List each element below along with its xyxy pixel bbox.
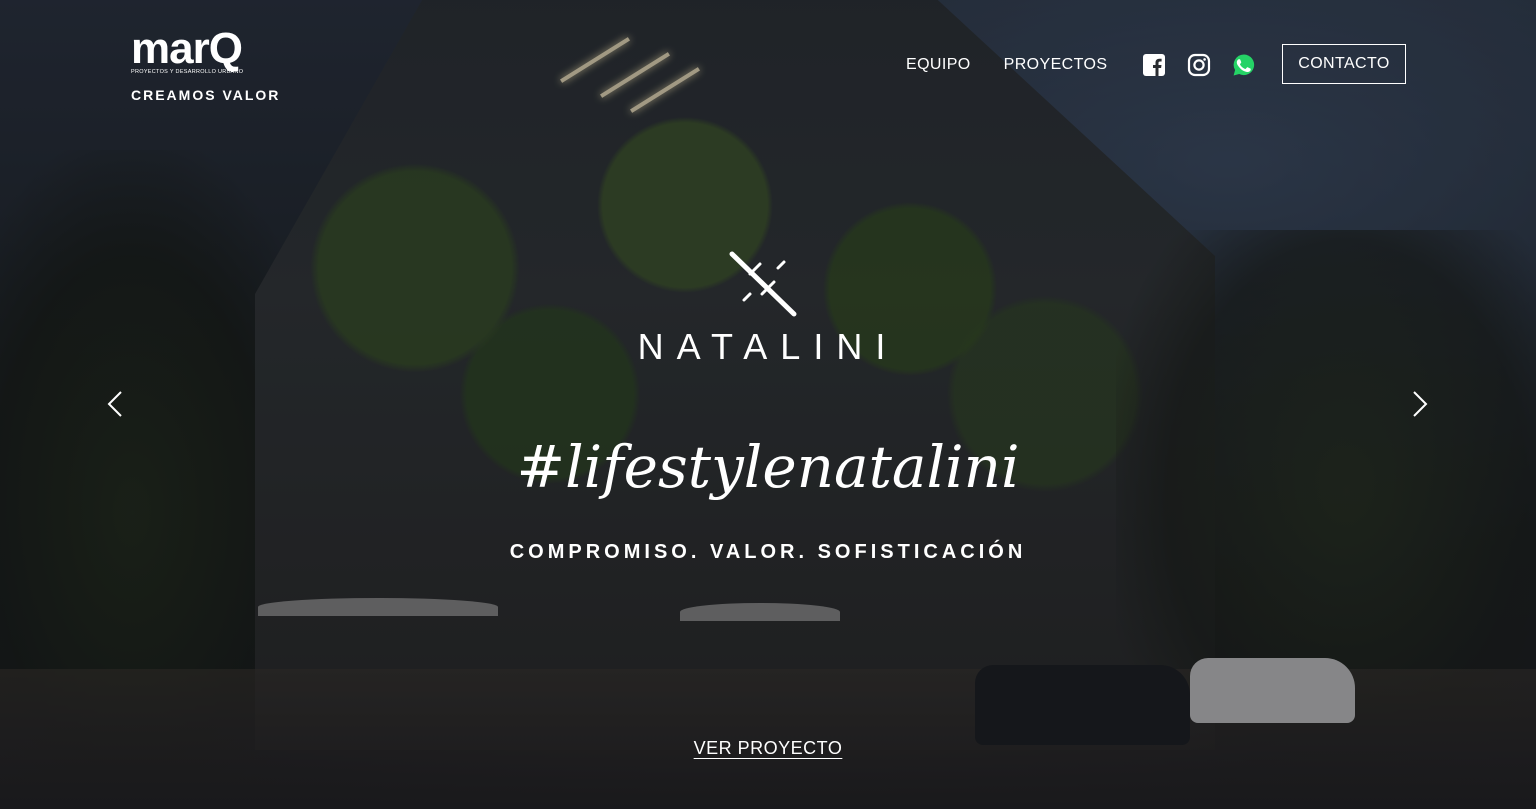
hero-background [0, 0, 1536, 809]
main-nav: EQUIPO PROYECTOS [906, 44, 1277, 86]
nav-item-proyectos[interactable]: PROYECTOS [1004, 56, 1108, 74]
nav-item-equipo[interactable]: EQUIPO [906, 56, 971, 74]
cta-container: VER PROYECTO [0, 738, 1536, 759]
dark-overlay [0, 0, 1536, 809]
social-links [1142, 53, 1277, 77]
project-title: NATALINI [637, 326, 899, 367]
whatsapp-icon[interactable] [1232, 53, 1256, 77]
project-tagline: COMPROMISO. VALOR. SOFISTICACIÓN [509, 541, 1027, 563]
chevron-left-icon[interactable] [106, 390, 124, 418]
site-logo[interactable]: marQ PROYECTOS Y DESARROLLO URBANO CREAM… [131, 24, 291, 104]
facebook-icon[interactable] [1142, 53, 1166, 77]
project-hashtag: #lifestylenatalini [516, 433, 1020, 501]
natalini-logo-icon [729, 251, 797, 317]
logo-tagline: CREAMOS VALOR [131, 87, 281, 103]
logo-subtitle: PROYECTOS Y DESARROLLO URBANO [131, 69, 244, 75]
logo-wordmark: marQ [131, 24, 243, 73]
chevron-right-icon[interactable] [1411, 390, 1429, 418]
contact-button[interactable]: CONTACTO [1282, 44, 1406, 84]
ver-proyecto-link[interactable]: VER PROYECTO [694, 738, 843, 758]
instagram-icon[interactable] [1187, 53, 1211, 77]
